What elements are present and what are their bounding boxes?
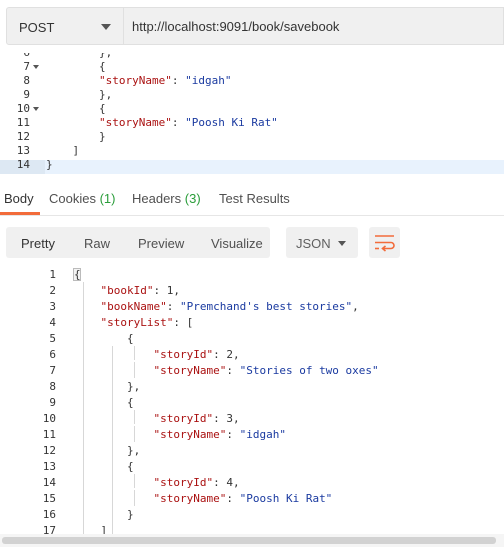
code-line: "storyName": "idgah" [98,74,232,87]
line-number: 4 [49,316,56,329]
line-number: 9 [23,88,30,101]
code-line: }, [74,444,141,457]
format-label: JSON [296,236,331,251]
visualize-button[interactable]: Visualize [211,236,263,251]
url-input[interactable]: http://localhost:9091/book/savebook [124,7,504,45]
code-line: { [46,102,106,115]
line-number: 3 [49,300,56,313]
code-line: { [74,332,134,345]
active-tab-indicator [0,212,40,215]
line-number: 6 [49,348,56,361]
code-line: }, [46,53,112,60]
line-number: 10 [16,102,30,115]
code-line: } [46,130,106,143]
code-line: "bookId": 1, [100,284,180,297]
code-line: "storyId": 2, [153,348,240,361]
chevron-down-icon [338,241,346,246]
line-number: 15 [42,492,56,505]
method-select[interactable]: POST [6,7,124,45]
scrollbar-thumb[interactable] [2,537,496,544]
chevron-down-icon [101,24,111,30]
wrap-lines-icon [375,235,395,252]
wrap-lines-button[interactable] [369,227,400,258]
line-number: 5 [49,332,56,345]
line-number: 13 [42,460,56,473]
code-line: { [46,60,106,73]
code-line: "storyId": 3, [153,412,240,425]
code-line: } [74,508,134,521]
view-mode-toolbar: Pretty Raw Preview Visualize [6,227,270,258]
active-line-highlight [0,160,504,174]
line-number: 10 [42,412,56,425]
horizontal-scrollbar[interactable] [0,534,504,547]
tab-headers-label: Headers [132,191,182,206]
raw-button[interactable]: Raw [84,236,110,251]
pretty-button[interactable]: Pretty [21,236,55,251]
code-line: "storyName": "Poosh Ki Rat" [153,492,333,505]
preview-button[interactable]: Preview [138,236,184,251]
tab-test-results-label: Test Results [219,191,290,206]
line-number: 13 [16,144,30,157]
line-number: 8 [49,380,56,393]
response-tabs: Body Cookies (1) Headers (3) Test Result… [0,178,504,216]
line-number: 11 [16,116,30,129]
code-line: }, [46,88,113,101]
code-line: "storyId": 4, [153,476,240,489]
request-body-editor[interactable]: 6 },7 {8 "storyName": "idgah"9 },10 {11 … [0,53,504,174]
code-line: { [74,460,134,473]
line-number: 1 [49,268,56,281]
tab-body[interactable]: Body [4,191,34,206]
code-line: } [46,158,53,171]
line-number: 6 [0,53,30,60]
tab-test-results[interactable]: Test Results [219,191,290,206]
tab-cookies-label: Cookies [49,191,96,206]
line-number: 8 [23,74,30,87]
method-label: POST [19,20,55,35]
fold-arrow-icon[interactable] [33,107,39,111]
format-select[interactable]: JSON [286,227,358,258]
line-number: 12 [16,130,30,143]
code-line: "storyName": "idgah" [153,428,286,441]
code-line: }, [74,380,141,393]
code-line: { [74,268,81,281]
headers-count: (3) [184,191,201,206]
code-line: { [74,396,134,409]
line-number: 2 [49,284,56,297]
request-bar: POST http://localhost:9091/book/savebook [0,0,504,53]
line-number: 7 [23,60,30,73]
tab-cookies[interactable]: Cookies (1) [49,191,115,206]
fold-arrow-icon[interactable] [33,65,39,69]
tab-headers[interactable]: Headers (3) [132,191,201,206]
code-line: "storyName": "Poosh Ki Rat" [98,116,278,129]
line-number: 11 [42,428,56,441]
line-number: 12 [42,444,56,457]
code-line: "bookName": "Premchand's best stories", [100,300,359,313]
line-number: 14 [42,476,56,489]
code-line: ] [46,144,80,157]
line-number: 16 [42,508,56,521]
line-number: 7 [49,364,56,377]
cookies-count: (1) [99,191,116,206]
code-line: "storyName": "Stories of two oxes" [153,364,379,377]
tab-body-label: Body [4,191,34,206]
line-number: 9 [49,396,56,409]
code-line: "storyList": [ [100,316,194,329]
url-text: http://localhost:9091/book/savebook [132,19,340,34]
line-number: 14 [16,158,30,171]
response-body-viewer[interactable]: 1 {2 "bookId": 1, 3 "bookName": "Premchand… [0,266,504,547]
